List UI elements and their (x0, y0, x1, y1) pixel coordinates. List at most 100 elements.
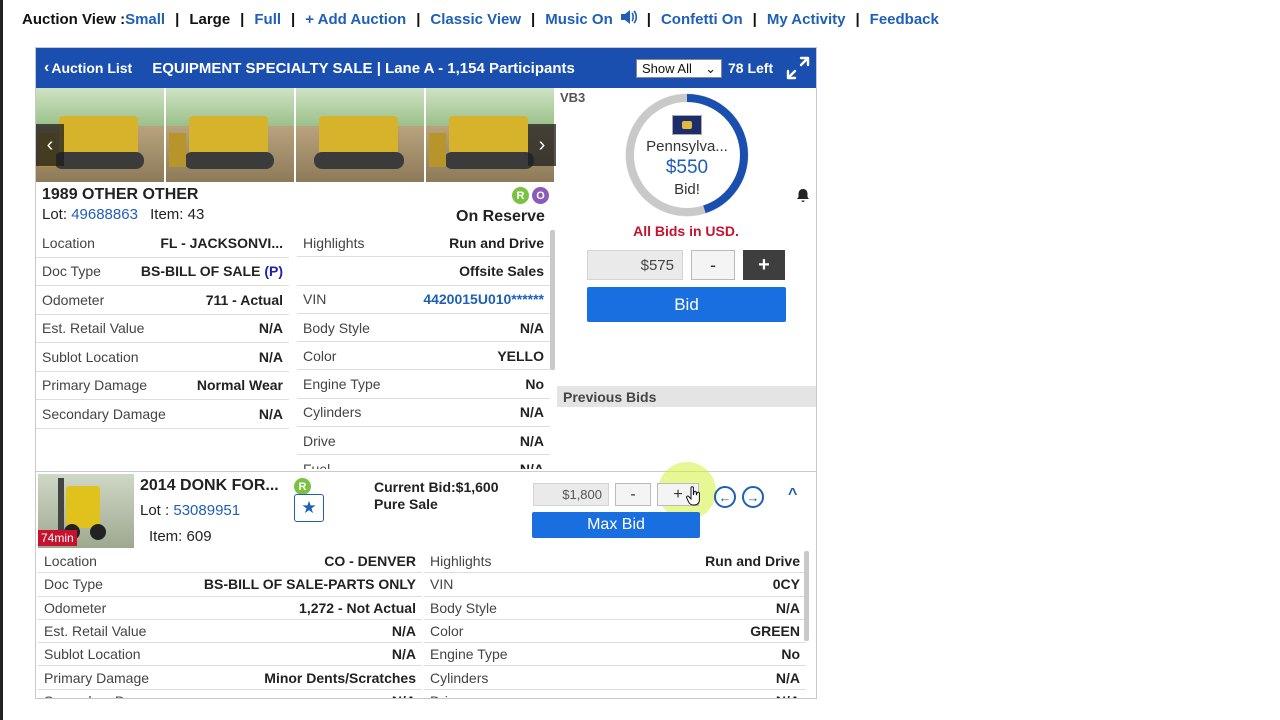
arrow-left-circle-icon[interactable]: ← (714, 486, 736, 508)
detail-value: N/A (258, 405, 283, 422)
detail-row: Odometer 1,272 - Not Actual (38, 597, 422, 620)
speaker-icon[interactable] (619, 8, 637, 31)
carousel-next-button[interactable]: › (528, 124, 556, 166)
lot-title[interactable]: 2014 DONK FOR... (140, 477, 279, 495)
detail-row: Location FL - JACKSONVI... (36, 229, 289, 258)
detail-key: Highlights (430, 553, 492, 570)
detail-row: Est. Retail Value N/A (36, 315, 289, 343)
detail-row: Primary Damage Normal Wear (36, 372, 289, 400)
bid-status-text: Bid! (674, 181, 700, 198)
detail-key: Color (430, 623, 464, 640)
time-left-badge: 74min (38, 530, 77, 546)
detail-row: Sublot Location N/A (38, 643, 422, 667)
feedback-link[interactable]: Feedback (870, 11, 939, 28)
detail-row: Location CO - DENVER (38, 550, 422, 574)
bid-amount-input[interactable]: $575 (587, 250, 683, 280)
bidder-state: Pennsylva... (646, 138, 728, 155)
detail-value: Minor Dents/Scratches (264, 669, 416, 686)
carousel-prev-button[interactable]: ‹ (36, 124, 64, 166)
detail-value[interactable]: 4420015U010****** (423, 291, 544, 307)
detail-row: Sublot Location N/A (36, 343, 289, 372)
item-number: 43 (187, 206, 205, 223)
lot2-details-scrollbar[interactable] (804, 551, 809, 641)
offsite-badge: O (532, 187, 549, 204)
bell-icon[interactable] (796, 188, 810, 206)
detail-key: Cylinders (430, 669, 489, 686)
add-auction-link[interactable]: + Add Auction (305, 11, 406, 28)
detail-row: Highlights Run and Drive (297, 229, 550, 258)
decrease-bid-button[interactable]: - (691, 250, 735, 280)
detail-row: Engine Type No (424, 643, 806, 667)
lot-number-link[interactable]: 49688863 (71, 206, 138, 223)
detail-row: Body Style N/A (297, 314, 550, 343)
detail-value: No (525, 376, 544, 393)
detail-key: Sublot Location (42, 348, 139, 365)
music-toggle-link[interactable]: Music On (545, 11, 613, 28)
lot-photo[interactable] (296, 88, 424, 182)
confetti-toggle-link[interactable]: Confetti On (661, 11, 743, 28)
detail-key: Primary Damage (44, 669, 150, 686)
previous-bids-header: Previous Bids (557, 386, 816, 407)
detail-key: VIN (303, 291, 327, 308)
detail-row: Odometer 711 - Actual (36, 286, 289, 315)
detail-row: VIN 4420015U010****** (297, 286, 550, 314)
detail-value: Offsite Sales (459, 262, 544, 279)
chevron-up-icon[interactable]: ^ (788, 486, 797, 504)
detail-row: Engine Type No (297, 370, 550, 399)
lot-details-right: Highlights Run and Drive Offsite Sales VIN 4… (297, 229, 550, 469)
view-large-link[interactable]: Large (189, 11, 230, 28)
detail-key: Doc Type (44, 576, 103, 593)
details-scrollbar[interactable] (550, 230, 555, 370)
lot2-details-right: Highlights Run and Drive VIN 0CY Body Style N… (424, 550, 806, 698)
nav-separator: | (531, 10, 536, 28)
expand-icon[interactable] (784, 54, 812, 82)
detail-value: 1,272 - Not Actual (299, 599, 416, 616)
detail-value: No (781, 646, 800, 663)
auction-list-back-button[interactable]: ‹ Auction List (44, 59, 132, 77)
arrow-right-circle-icon[interactable]: → (742, 486, 764, 508)
view-full-link[interactable]: Full (254, 11, 281, 28)
my-activity-link[interactable]: My Activity (767, 11, 846, 28)
detail-value: GREEN (750, 623, 800, 640)
detail-value: N/A (519, 432, 544, 449)
item-label: Item: (149, 528, 187, 545)
item-label: Item: (150, 206, 188, 223)
detail-key: Drive (430, 693, 463, 698)
detail-value: BS-BILL OF SALE (P) (140, 263, 283, 280)
detail-value: BS-BILL OF SALE-PARTS ONLY (203, 576, 416, 593)
detail-value: N/A (258, 320, 283, 337)
classic-view-link[interactable]: Classic View (430, 11, 521, 28)
detail-key: VIN (430, 576, 454, 593)
detail-row: Primary Damage Minor Dents/Scratches (38, 666, 422, 690)
detail-value: N/A (519, 404, 544, 421)
item-info: Item: 609 (149, 528, 212, 545)
sale-title: EQUIPMENT SPECIALTY SALE | Lane A - 1,15… (152, 59, 575, 77)
detail-key: Primary Damage (42, 377, 148, 394)
detail-key: Fuel (303, 461, 330, 469)
decrease-bid-button[interactable]: - (615, 483, 651, 506)
bid-amount-input[interactable]: $1,800 (533, 483, 609, 506)
increase-bid-button[interactable]: + (743, 250, 785, 280)
lot-badges: R O (512, 187, 549, 204)
star-icon: ★ (301, 498, 317, 517)
lot-photo[interactable] (166, 88, 294, 182)
detail-key: Engine Type (303, 376, 381, 393)
bid-button[interactable]: Bid (587, 287, 786, 322)
max-bid-button[interactable]: Max Bid (532, 512, 700, 538)
nav-separator: | (646, 10, 651, 28)
detail-row: Drive N/A (297, 427, 550, 456)
filter-select[interactable]: Show All ⌄ (636, 59, 722, 78)
detail-value: CO - DENVER (324, 553, 416, 570)
lot-label: Lot: (42, 206, 72, 223)
detail-value: YELLO (497, 347, 544, 364)
detail-row: Color GREEN (424, 620, 806, 644)
detail-value: N/A (775, 669, 800, 686)
detail-row: Highlights Run and Drive (424, 550, 806, 574)
detail-row: Doc Type BS-BILL OF SALE-PARTS ONLY (38, 573, 422, 597)
detail-key: Location (44, 553, 97, 570)
watchlist-star-button[interactable]: ★ (294, 494, 324, 522)
detail-value: 711 - Actual (205, 291, 283, 308)
detail-key: Doc Type (42, 263, 101, 280)
lot-number-link[interactable]: 53089951 (173, 502, 240, 519)
view-small-link[interactable]: Small (125, 11, 165, 28)
